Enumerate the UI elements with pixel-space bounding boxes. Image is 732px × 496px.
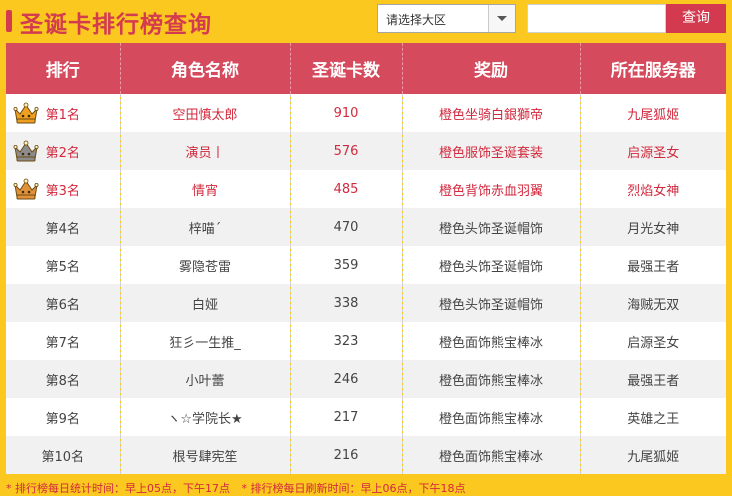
reward-cell: 橙色头饰圣诞帽饰 xyxy=(402,246,581,284)
card-count-cell: 338 xyxy=(290,284,403,322)
server-cell: 月光女神 xyxy=(580,208,726,246)
region-select-value: 请选择大区 xyxy=(386,13,447,27)
server-cell: 九尾狐姬 xyxy=(580,436,726,474)
rank-label: 第2名 xyxy=(45,145,80,161)
card-count-cell: 576 xyxy=(290,132,403,170)
server-cell: 最强王者 xyxy=(580,246,726,284)
search-button[interactable]: 查询 xyxy=(666,4,726,33)
reward-cell: 橙色面饰熊宝棒冰 xyxy=(402,322,581,360)
table-header-row: 排行 角色名称 圣诞卡数 奖励 所在服务器 xyxy=(6,43,726,94)
server-cell: 最强王者 xyxy=(580,360,726,398)
player-name-cell: 演员丨 xyxy=(120,132,291,170)
footer-note-stats-time: * 排行榜每日统计时间：早上05点，下午17点 xyxy=(6,482,230,495)
table-row: 第10名 根号肆宪笙 216 橙色面饰熊宝棒冰 九尾狐姬 xyxy=(6,436,726,474)
table-row: 第2名 演员丨 576 橙色服饰圣诞套装 启源圣女 xyxy=(6,132,726,170)
server-cell: 启源圣女 xyxy=(580,132,726,170)
footer-note-refresh-time: * 排行榜每日刷新时间：早上06点，下午18点 xyxy=(241,482,466,495)
player-name-cell: 情宵 xyxy=(120,170,291,208)
table-row: 第3名 情宵 485 橙色背饰赤血羽翼 烈焰女神 xyxy=(6,170,726,208)
player-name-cell: ヽ☆学院长★ xyxy=(120,398,291,436)
server-cell: 海贼无双 xyxy=(580,284,726,322)
reward-cell: 橙色面饰熊宝棒冰 xyxy=(402,360,581,398)
card-count-cell: 216 xyxy=(290,436,403,474)
column-header-rank: 排行 xyxy=(6,43,121,94)
server-cell: 英雄之王 xyxy=(580,398,726,436)
table-row: 第4名 梓喵´ 470 橙色头饰圣诞帽饰 月光女神 xyxy=(6,208,726,246)
rank-cell: 第3名 xyxy=(6,170,121,208)
chevron-down-icon xyxy=(497,16,507,21)
table-row: 第7名 狂彡一生推_ 323 橙色面饰熊宝棒冰 启源圣女 xyxy=(6,322,726,360)
reward-cell: 橙色头饰圣诞帽饰 xyxy=(402,208,581,246)
region-select-toggle[interactable] xyxy=(488,5,515,32)
column-header-reward: 奖励 xyxy=(402,43,581,94)
card-count-cell: 470 xyxy=(290,208,403,246)
title-accent-bar xyxy=(6,10,12,32)
card-count-cell: 323 xyxy=(290,322,403,360)
rank-cell: 第6名 xyxy=(6,284,121,322)
rank-cell: 第10名 xyxy=(6,436,121,474)
rank-label: 第8名 xyxy=(45,373,80,389)
card-count-cell: 359 xyxy=(290,246,403,284)
footer-notes: * 排行榜每日统计时间：早上05点，下午17点 * 排行榜每日刷新时间：早上06… xyxy=(6,480,474,496)
table-row: 第5名 雾隐苍雷 359 橙色头饰圣诞帽饰 最强王者 xyxy=(6,246,726,284)
crown-icon xyxy=(13,178,39,200)
card-count-cell: 217 xyxy=(290,398,403,436)
reward-cell: 橙色背饰赤血羽翼 xyxy=(402,170,581,208)
reward-cell: 橙色服饰圣诞套装 xyxy=(402,132,581,170)
table-row: 第6名 白娅 338 橙色头饰圣诞帽饰 海贼无双 xyxy=(6,284,726,322)
player-name-cell: 雾隐苍雷 xyxy=(120,246,291,284)
card-count-cell: 910 xyxy=(290,94,403,132)
column-header-name: 角色名称 xyxy=(120,43,291,94)
rank-cell: 第2名 xyxy=(6,132,121,170)
rank-cell: 第7名 xyxy=(6,322,121,360)
player-name-cell: 狂彡一生推_ xyxy=(120,322,291,360)
reward-cell: 橙色面饰熊宝棒冰 xyxy=(402,436,581,474)
ranking-table: 排行 角色名称 圣诞卡数 奖励 所在服务器 第1名 空田慎太郎 910 橙色坐骑白銀獅… xyxy=(6,43,726,474)
column-header-cards: 圣诞卡数 xyxy=(290,43,403,94)
reward-cell: 橙色面饰熊宝棒冰 xyxy=(402,398,581,436)
rank-cell: 第5名 xyxy=(6,246,121,284)
rank-label: 第10名 xyxy=(41,449,85,465)
rank-label: 第4名 xyxy=(45,221,80,237)
table-row: 第1名 空田慎太郎 910 橙色坐骑白銀獅帝 九尾狐姬 xyxy=(6,94,726,132)
rank-label: 第7名 xyxy=(45,335,80,351)
player-name-cell: 梓喵´ xyxy=(120,208,291,246)
column-header-server: 所在服务器 xyxy=(580,43,726,94)
player-name-cell: 小叶蕾 xyxy=(120,360,291,398)
rank-label: 第9名 xyxy=(45,411,80,427)
rank-label: 第1名 xyxy=(45,107,80,123)
card-count-cell: 246 xyxy=(290,360,403,398)
crown-icon xyxy=(13,140,39,162)
player-name-cell: 空田慎太郎 xyxy=(120,94,291,132)
player-name-cell: 白娅 xyxy=(120,284,291,322)
page-header: 圣诞卡排行榜查询 xyxy=(6,4,366,38)
rank-cell: 第1名 xyxy=(6,94,121,132)
server-cell: 启源圣女 xyxy=(580,322,726,360)
search-input[interactable] xyxy=(527,4,666,33)
server-cell: 九尾狐姬 xyxy=(580,94,726,132)
rank-label: 第3名 xyxy=(45,183,80,199)
table-row: 第8名 小叶蕾 246 橙色面饰熊宝棒冰 最强王者 xyxy=(6,360,726,398)
reward-cell: 橙色头饰圣诞帽饰 xyxy=(402,284,581,322)
rank-label: 第6名 xyxy=(45,297,80,313)
table-row: 第9名 ヽ☆学院长★ 217 橙色面饰熊宝棒冰 英雄之王 xyxy=(6,398,726,436)
rank-cell: 第8名 xyxy=(6,360,121,398)
rank-label: 第5名 xyxy=(45,259,80,275)
page-title: 圣诞卡排行榜查询 xyxy=(20,12,212,38)
server-cell: 烈焰女神 xyxy=(580,170,726,208)
ranking-table-body: 第1名 空田慎太郎 910 橙色坐骑白銀獅帝 九尾狐姬 第2名 演员丨 576 橙色服饰圣诞套装… xyxy=(6,94,726,474)
rank-cell: 第4名 xyxy=(6,208,121,246)
card-count-cell: 485 xyxy=(290,170,403,208)
player-name-cell: 根号肆宪笙 xyxy=(120,436,291,474)
rank-cell: 第9名 xyxy=(6,398,121,436)
reward-cell: 橙色坐骑白銀獅帝 xyxy=(402,94,581,132)
crown-icon xyxy=(13,102,39,124)
region-select[interactable]: 请选择大区 xyxy=(377,4,516,33)
